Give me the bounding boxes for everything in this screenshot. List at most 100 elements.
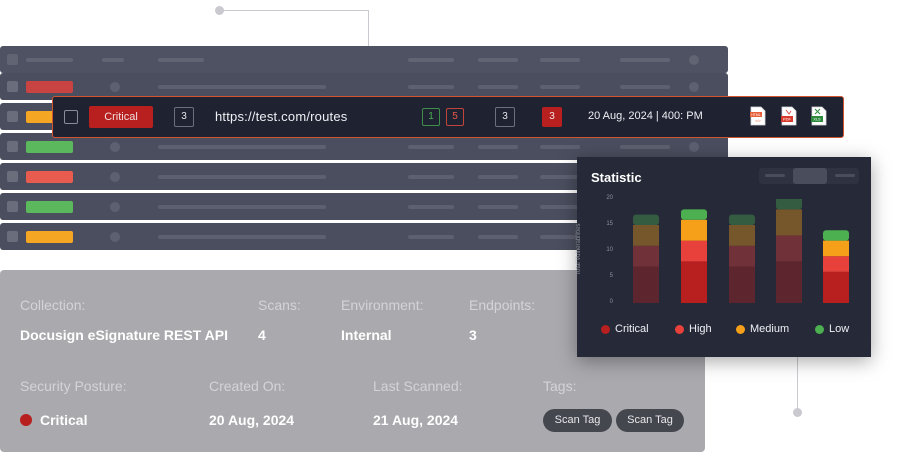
red-count-box: 5 bbox=[446, 108, 464, 126]
scans-value: 4 bbox=[258, 327, 266, 343]
status-pill bbox=[26, 171, 73, 183]
bar-segment-low bbox=[681, 209, 707, 220]
header-placeholder bbox=[26, 58, 73, 62]
stacked-bar bbox=[776, 199, 802, 303]
bar-segment-low bbox=[823, 230, 849, 241]
count-box: 3 bbox=[174, 107, 194, 127]
legend-dot bbox=[675, 325, 684, 334]
svg-text:HTML: HTML bbox=[751, 113, 761, 117]
period-option[interactable] bbox=[835, 174, 855, 177]
header-placeholder bbox=[102, 58, 124, 62]
count-box: 3 bbox=[495, 107, 515, 127]
placeholder-circle bbox=[689, 82, 699, 92]
placeholder-bar bbox=[158, 205, 326, 209]
placeholder-bar bbox=[478, 205, 518, 209]
status-pill bbox=[26, 81, 73, 93]
placeholder-bar bbox=[540, 175, 580, 179]
severity-badge: Critical bbox=[89, 106, 153, 128]
connector-dot bbox=[793, 408, 802, 417]
html-file-icon[interactable]: HTML </> bbox=[750, 106, 766, 126]
period-toggle[interactable] bbox=[759, 168, 859, 184]
period-option-active[interactable] bbox=[793, 168, 827, 184]
bar-segment-high bbox=[729, 245, 755, 267]
checkbox[interactable] bbox=[7, 201, 18, 212]
placeholder-bar bbox=[540, 205, 580, 209]
period-option[interactable] bbox=[765, 174, 785, 177]
header-placeholder bbox=[158, 58, 204, 62]
critical-status-dot bbox=[20, 414, 32, 426]
legend-dot bbox=[815, 325, 824, 334]
placeholder-bar bbox=[158, 85, 326, 89]
checkbox[interactable] bbox=[7, 54, 18, 65]
bar-segment-medium bbox=[823, 240, 849, 257]
security-posture-value: Critical bbox=[40, 412, 88, 428]
checkbox[interactable] bbox=[7, 81, 18, 92]
xlsx-file-icon[interactable]: XLS bbox=[811, 106, 827, 126]
stacked-bar bbox=[823, 230, 849, 303]
environment-label: Environment: bbox=[341, 297, 424, 313]
legend-dot bbox=[736, 325, 745, 334]
statistic-panel: Statistic Total Vulnerabilities 20 15 10… bbox=[576, 157, 871, 357]
bar-segment-critical bbox=[633, 266, 659, 303]
green-count-box: 1 bbox=[422, 108, 440, 126]
last-scanned-value: 21 Aug, 2024 bbox=[373, 412, 459, 428]
legend-label: High bbox=[689, 323, 712, 335]
checkbox[interactable] bbox=[7, 231, 18, 242]
environment-value: Internal bbox=[341, 327, 392, 343]
bar-segment-high bbox=[823, 256, 849, 272]
placeholder-bar bbox=[408, 85, 454, 89]
connector-line bbox=[219, 10, 369, 11]
stacked-bar bbox=[633, 214, 659, 303]
status-pill bbox=[26, 141, 73, 153]
scan-tag[interactable]: Scan Tag bbox=[543, 409, 612, 432]
collection-value: Docusign eSignature REST API bbox=[20, 327, 228, 343]
checkbox[interactable] bbox=[7, 111, 18, 122]
placeholder-circle bbox=[110, 82, 120, 92]
bar-segment-critical bbox=[776, 261, 802, 303]
placeholder-bar bbox=[540, 235, 580, 239]
legend-label: Medium bbox=[750, 323, 790, 335]
placeholder-circle bbox=[110, 142, 120, 152]
bar-segment-low bbox=[729, 214, 755, 225]
y-tick: 20 bbox=[606, 195, 613, 201]
vulnerability-bar-chart bbox=[633, 199, 849, 303]
bar-segment-high bbox=[633, 245, 659, 267]
row-checkbox[interactable] bbox=[64, 110, 78, 124]
bar-segment-high bbox=[681, 240, 707, 262]
placeholder-bar bbox=[478, 85, 518, 89]
placeholder-bar bbox=[540, 85, 580, 89]
bar-segment-medium bbox=[681, 219, 707, 241]
placeholder-bar bbox=[478, 175, 518, 179]
header-placeholder bbox=[408, 58, 454, 62]
status-pill bbox=[26, 231, 73, 243]
last-scanned-label: Last Scanned: bbox=[373, 378, 463, 394]
checkbox[interactable] bbox=[7, 171, 18, 182]
table-header-row bbox=[0, 46, 728, 73]
route-url[interactable]: https://test.com/routes bbox=[215, 109, 348, 124]
placeholder-bar bbox=[478, 145, 518, 149]
y-tick: 10 bbox=[606, 247, 613, 253]
placeholder-bar bbox=[408, 145, 454, 149]
scan-tag[interactable]: Scan Tag bbox=[616, 409, 684, 432]
row-datetime: 20 Aug, 2024 | 400: PM bbox=[588, 110, 703, 122]
legend-label: Critical bbox=[615, 323, 649, 335]
bar-segment-critical bbox=[729, 266, 755, 303]
svg-text:</>: </> bbox=[755, 118, 761, 123]
highlighted-endpoint-row[interactable]: Critical 3 https://test.com/routes 1 5 3… bbox=[52, 96, 844, 138]
placeholder-bar bbox=[620, 85, 670, 89]
collection-label: Collection: bbox=[20, 297, 86, 313]
y-axis-label: Total Vulnerabilities bbox=[576, 223, 582, 275]
placeholder-bar bbox=[620, 145, 670, 149]
bar-segment-medium bbox=[729, 225, 755, 246]
status-pill bbox=[26, 201, 73, 213]
bar-segment-critical bbox=[681, 261, 707, 303]
pdf-file-icon[interactable]: PDF bbox=[781, 106, 797, 126]
endpoints-label: Endpoints: bbox=[469, 297, 536, 313]
created-on-value: 20 Aug, 2024 bbox=[209, 412, 295, 428]
checkbox[interactable] bbox=[7, 141, 18, 152]
created-on-label: Created On: bbox=[209, 378, 286, 394]
header-placeholder bbox=[689, 55, 699, 65]
bar-segment-low bbox=[633, 214, 659, 225]
bar-segment-medium bbox=[776, 209, 802, 236]
bar-segment-high bbox=[776, 235, 802, 262]
